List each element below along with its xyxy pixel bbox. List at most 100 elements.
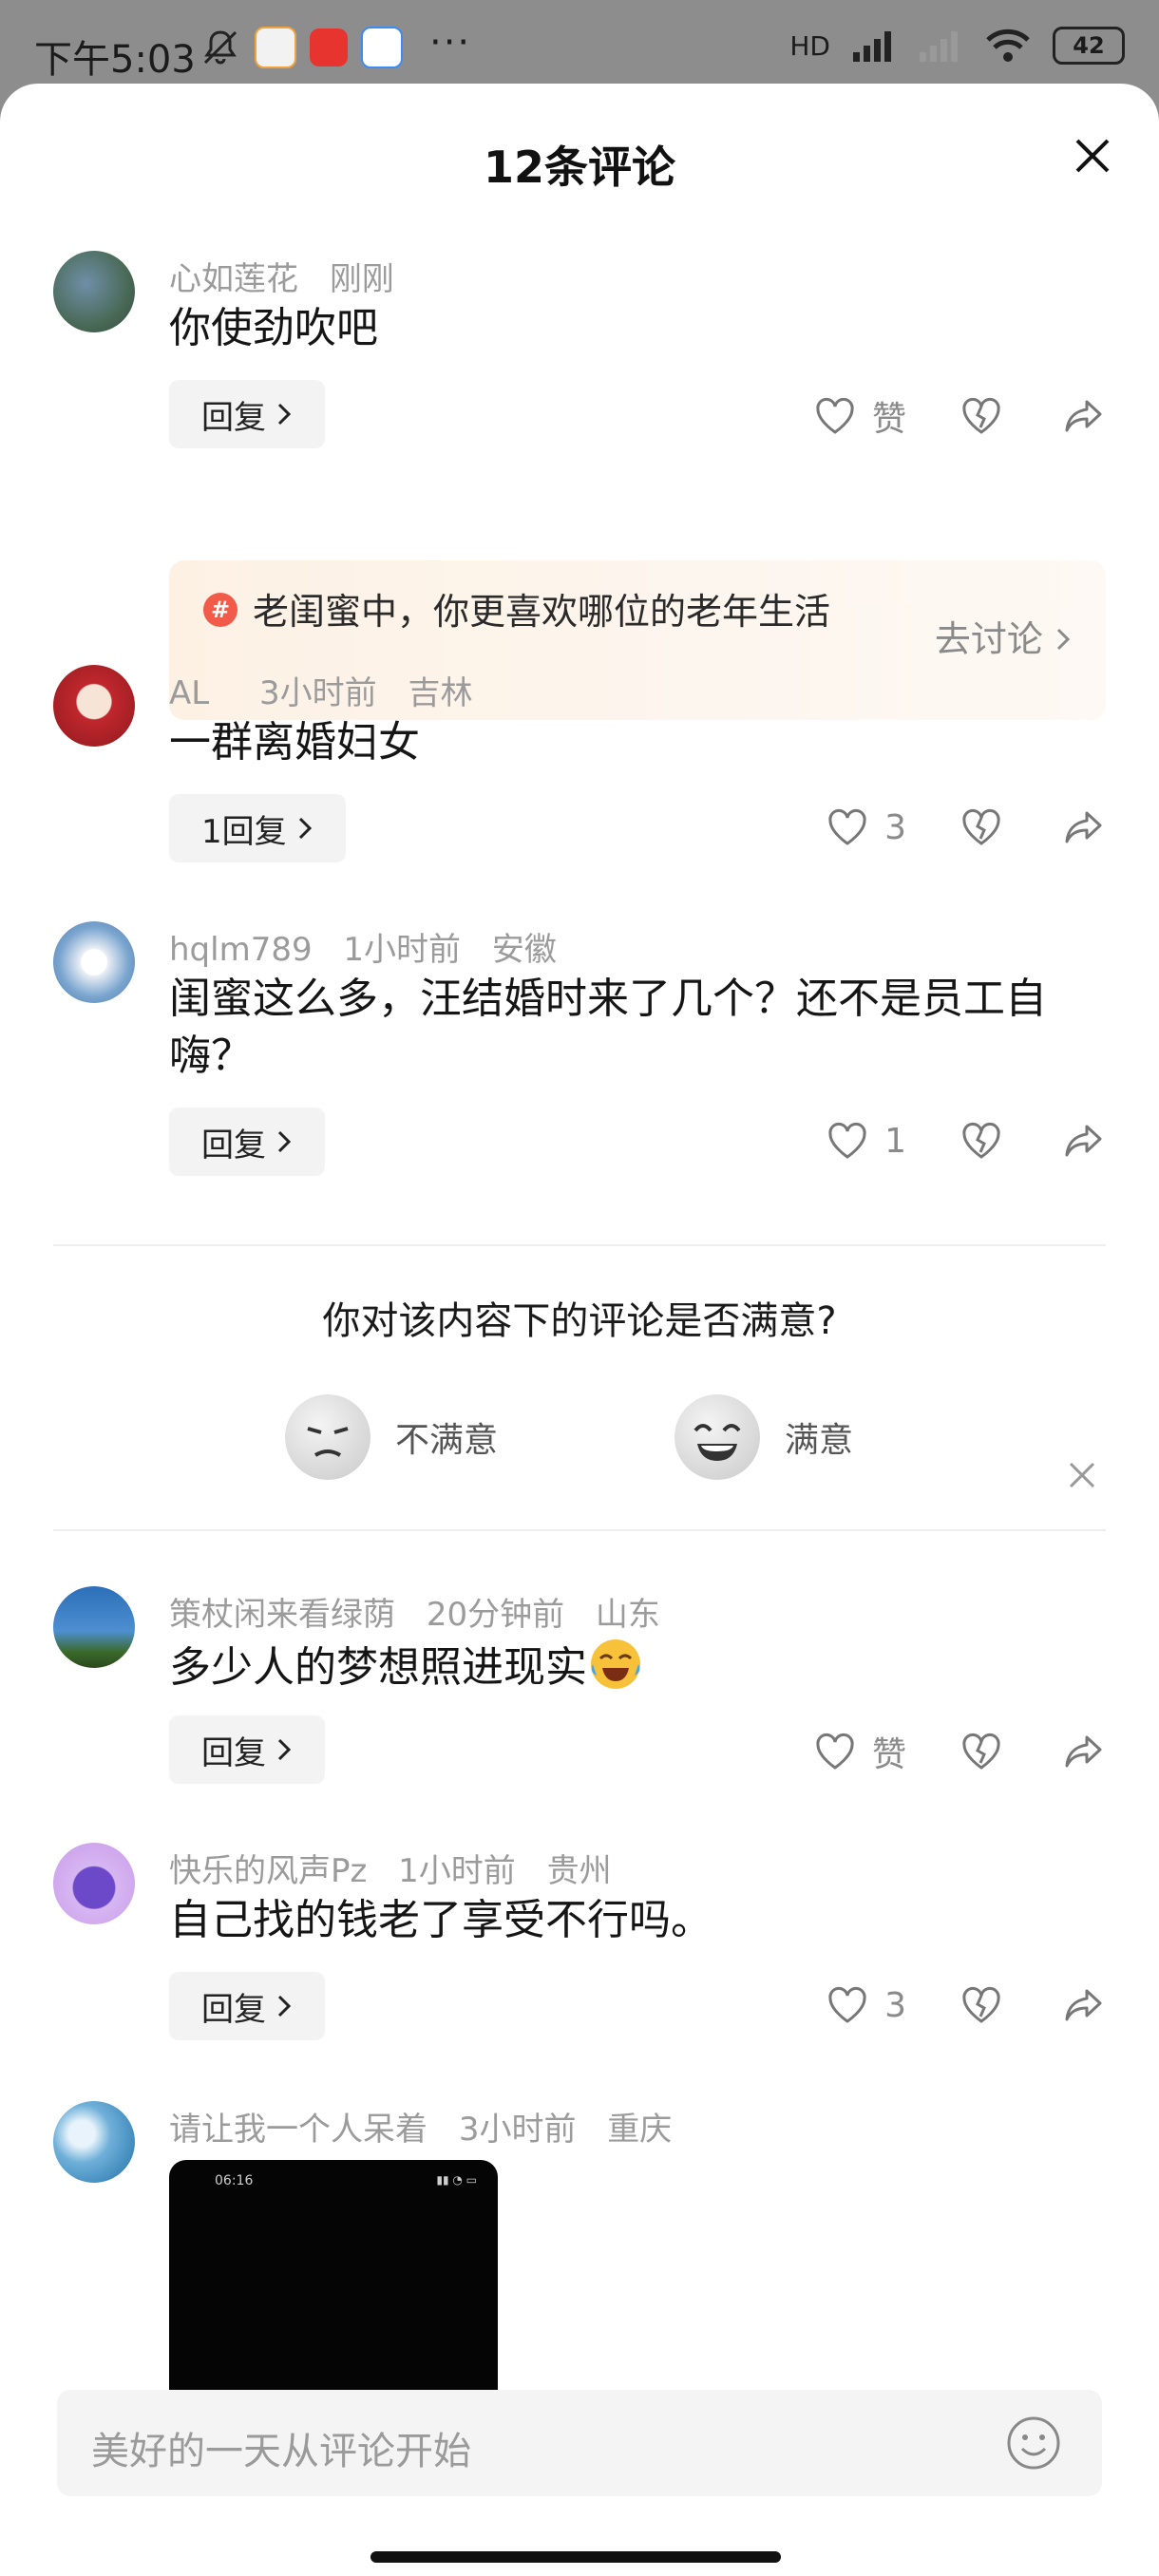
comment-text: 自己找的钱老了享受不行吗。 [169, 1896, 712, 1944]
chevron-right-icon [277, 403, 292, 426]
comment-time: 1小时前 [343, 931, 462, 969]
wifi-icon [986, 28, 1030, 62]
comment-text: 你使劲吹吧 [169, 304, 378, 352]
comment-item: 策杖闲来看绿荫 20分钟前 山东 多少人的梦想照进现实 回复 赞 [53, 1586, 1106, 1833]
satisfied-label: 满意 [785, 1421, 854, 1460]
comment-actions: 1 [826, 1119, 1106, 1163]
share-icon[interactable] [1062, 1730, 1106, 1773]
comment-location: 重庆 [607, 2111, 673, 2149]
status-right: HD 42 [789, 27, 1125, 65]
dislike-icon[interactable] [960, 805, 1003, 849]
avatar[interactable] [53, 1843, 135, 1924]
comment-time: 刚刚 [329, 260, 394, 298]
username[interactable]: 请让我一个人呆着 [169, 2111, 428, 2149]
comment-item: 快乐的风声Pz 1小时前 贵州 自己找的钱老了享受不行吗。 回复 3 [53, 1843, 1106, 2090]
reply-button[interactable]: 回复 [169, 1108, 325, 1176]
share-icon[interactable] [1062, 805, 1106, 849]
share-icon[interactable] [1062, 394, 1106, 438]
comment-actions: 赞 [813, 1727, 1106, 1776]
username[interactable]: 快乐的风声Pz [169, 1852, 367, 1890]
survey-dissatisfied-button[interactable]: 不满意 [285, 1394, 498, 1480]
username[interactable]: 心如莲花 [169, 260, 298, 298]
video-app-icon [361, 27, 403, 68]
survey-question: 你对该内容下的评论是否满意? [322, 1299, 837, 1343]
comment-meta: 策杖闲来看绿荫 20分钟前 山东 [169, 1588, 681, 1635]
heart-icon [828, 808, 866, 845]
reply-button[interactable]: 回复 [169, 380, 325, 448]
comment-text-content: 多少人的梦想照进现实 [169, 1643, 587, 1692]
chevron-right-icon [1056, 628, 1071, 651]
comment-text: 多少人的梦想照进现实 [169, 1636, 1100, 1696]
comment-actions: 3 [826, 805, 1106, 849]
avatar[interactable] [53, 2101, 135, 2183]
avatar[interactable] [53, 1586, 135, 1668]
dislike-icon[interactable] [960, 1730, 1003, 1773]
reply-button[interactable]: 回复 [169, 1715, 325, 1784]
dissatisfied-label: 不满意 [395, 1421, 499, 1460]
emoji-picker-icon[interactable] [1005, 2415, 1062, 2472]
comment-image[interactable]: 06:16 ▮▮ ◔ ▭ [169, 2160, 498, 2392]
comment-count-title: 12条评论 [483, 142, 675, 193]
username[interactable]: hqlm789 [169, 931, 313, 969]
like-count: 3 [884, 1985, 906, 2025]
chevron-right-icon [298, 817, 312, 840]
like-count: 3 [884, 807, 906, 847]
chevron-right-icon [277, 1738, 292, 1761]
avatar[interactable] [53, 665, 135, 747]
heart-icon [828, 1986, 866, 2023]
close-icon[interactable] [1068, 131, 1117, 180]
discuss-link[interactable]: 去讨论 [935, 610, 1072, 662]
reply-label: 回复 [201, 1733, 266, 1772]
home-indicator[interactable] [370, 2551, 781, 2563]
weibo-app-icon [255, 27, 296, 68]
like-button[interactable]: 3 [826, 805, 906, 849]
signal-2-icon [920, 31, 958, 62]
avatar[interactable] [53, 251, 135, 332]
comment-meta: 快乐的风声Pz 1小时前 贵州 [169, 1845, 633, 1891]
divider [53, 1244, 1106, 1246]
dislike-icon[interactable] [960, 1983, 1003, 2027]
signal-icon [853, 31, 891, 62]
comment-item: 心如莲花 刚刚 你使劲吹吧 回复 赞 [53, 251, 1106, 536]
status-bar: 下午5:03 ··· HD 42 [0, 0, 1159, 85]
like-count: 1 [884, 1121, 906, 1161]
discuss-label: 去讨论 [934, 618, 1043, 660]
comment-sheet: 12条评论 心如莲花 刚刚 你使劲吹吧 回复 赞 # 老闺蜜中，你更喜欢哪位的老… [0, 84, 1159, 2576]
close-survey-icon[interactable] [1066, 1459, 1098, 1491]
like-button[interactable]: 赞 [813, 1727, 906, 1776]
comment-meta: hqlm789 1小时前 安徽 [169, 923, 578, 970]
dislike-icon[interactable] [960, 394, 1003, 438]
comment-time: 1小时前 [398, 1852, 516, 1890]
share-icon[interactable] [1062, 1983, 1106, 2027]
comment-input-placeholder: 美好的一天从评论开始 [91, 2430, 471, 2473]
signal-hd-label: HD [789, 29, 830, 62]
like-button[interactable]: 3 [826, 1983, 906, 2027]
comment-input[interactable]: 美好的一天从评论开始 [57, 2390, 1102, 2496]
comment-actions: 赞 [813, 391, 1106, 441]
username[interactable]: 策杖闲来看绿荫 [169, 1596, 395, 1634]
reply-button[interactable]: 回复 [169, 1972, 325, 2040]
heart-icon [828, 1122, 866, 1159]
reply-label: 1回复 [201, 812, 287, 851]
heart-icon [816, 1733, 854, 1770]
username[interactable]: AL [169, 674, 209, 712]
more-notifications-icon: ··· [429, 21, 472, 65]
like-button[interactable]: 赞 [813, 391, 906, 441]
share-icon[interactable] [1062, 1119, 1106, 1163]
avatar[interactable] [53, 921, 135, 1003]
like-count: 赞 [871, 1735, 906, 1774]
reply-button[interactable]: 1回复 [169, 794, 346, 862]
comment-time: 3小时前 [259, 674, 377, 712]
dislike-icon[interactable] [960, 1119, 1003, 1163]
heart-icon [816, 397, 854, 434]
thumb-status-icons: ▮▮ ◔ ▭ [436, 2173, 477, 2187]
comment-meta: 心如莲花 刚刚 [169, 253, 415, 299]
reply-label: 回复 [201, 1990, 266, 2029]
comment-location: 吉林 [408, 674, 473, 712]
survey-satisfied-button[interactable]: 满意 [674, 1394, 853, 1480]
comment-time: 20分钟前 [426, 1596, 565, 1634]
mute-bell-icon [203, 30, 238, 65]
comment-meta: 请让我一个人呆着 3小时前 重庆 [169, 2103, 693, 2150]
unhappy-face-icon [285, 1394, 370, 1480]
like-button[interactable]: 1 [826, 1119, 906, 1163]
